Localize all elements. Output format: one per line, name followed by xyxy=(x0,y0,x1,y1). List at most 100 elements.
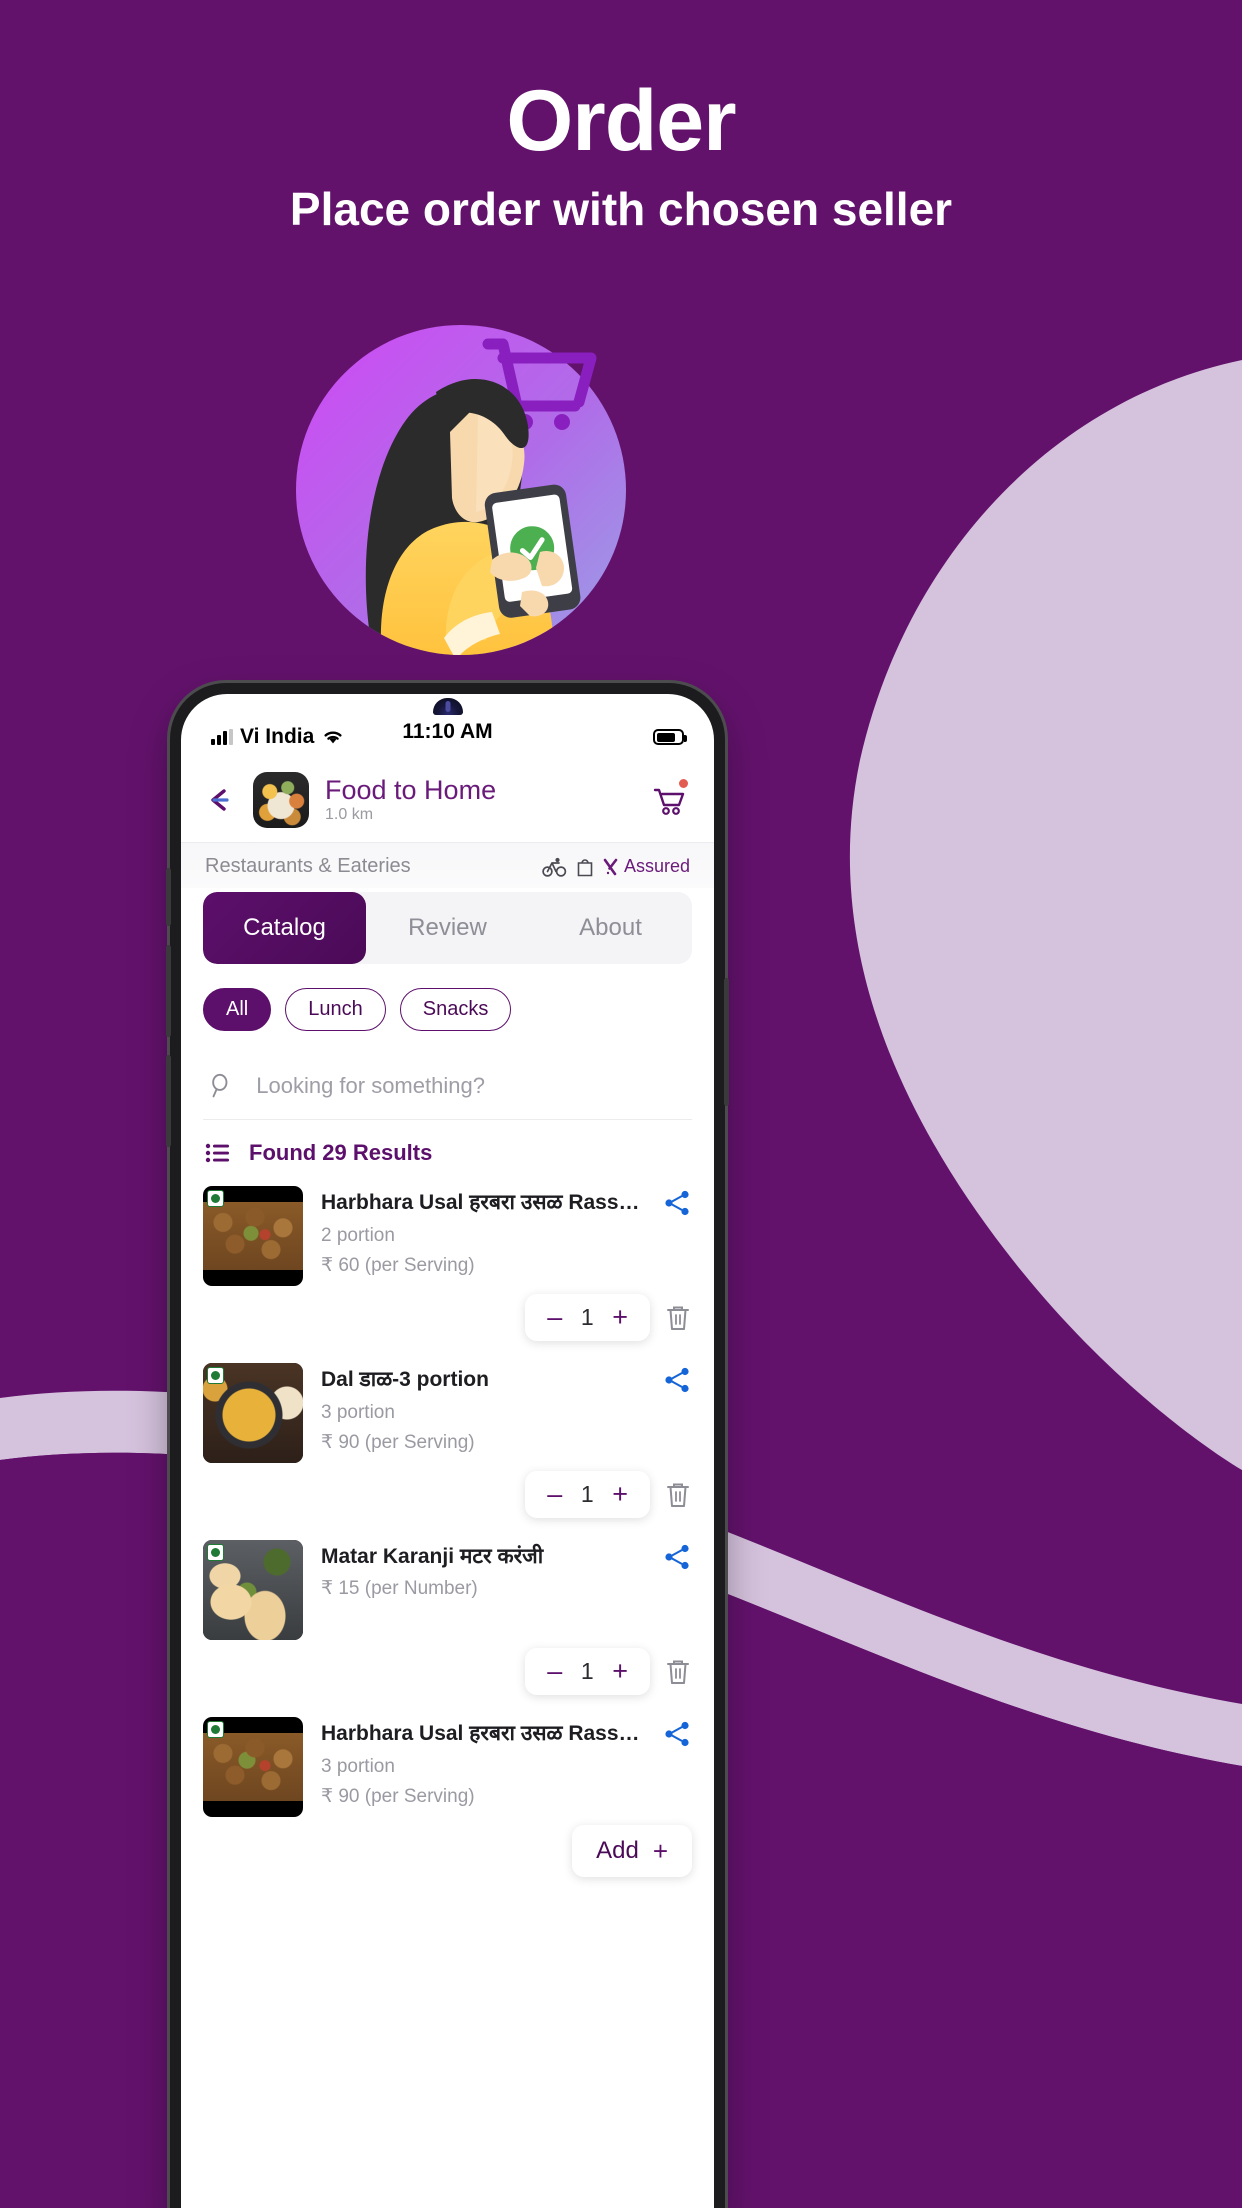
decrement-button[interactable]: – xyxy=(547,1658,562,1685)
quantity-value: 1 xyxy=(580,1481,594,1507)
item-info: Matar Karanji मटर करंजी ₹ 15 (per Number… xyxy=(321,1540,644,1640)
increment-button[interactable]: + xyxy=(612,1304,628,1331)
trash-icon[interactable] xyxy=(664,1480,692,1510)
veg-indicator-icon xyxy=(207,1544,224,1561)
item-thumbnail xyxy=(203,1363,303,1463)
quantity-stepper[interactable]: – 1 + xyxy=(525,1294,650,1341)
tab-catalog[interactable]: Catalog xyxy=(203,892,366,964)
search-icon xyxy=(212,1073,228,1098)
assured-badge: Assured xyxy=(602,856,690,877)
phone-button-volume-up xyxy=(166,945,171,1037)
item-portion: 2 portion xyxy=(321,1225,395,1246)
item-title: Matar Karanji मटर करंजी xyxy=(321,1545,544,1568)
category-label: Restaurants & Eateries xyxy=(205,855,411,877)
category-bar: Restaurants & Eateries Assured xyxy=(181,842,714,888)
phone-button-volume-down xyxy=(166,1055,171,1147)
chip-lunch[interactable]: Lunch xyxy=(285,988,386,1031)
item-title: Harbhara Usal हरबरा उसळ Rassa Bhaji -2 .… xyxy=(321,1191,644,1214)
share-icon[interactable] xyxy=(662,1719,692,1749)
share-icon[interactable] xyxy=(662,1188,692,1218)
veg-indicator-icon xyxy=(207,1721,224,1738)
phone-button-mute xyxy=(166,868,171,926)
clock-label: 11:10 AM xyxy=(402,720,493,743)
shopping-cart-button[interactable] xyxy=(648,777,690,820)
status-bar-right xyxy=(653,729,687,745)
shop-distance: 1.0 km xyxy=(325,806,374,824)
chip-snacks[interactable]: Snacks xyxy=(399,988,512,1031)
item-price: ₹ 90 (per Serving) xyxy=(321,1432,475,1453)
quantity-stepper[interactable]: – 1 + xyxy=(525,1471,650,1518)
phone-button-power xyxy=(724,978,729,1106)
page-subtitle: Place order with chosen seller xyxy=(289,183,953,235)
increment-button[interactable]: + xyxy=(612,1658,628,1685)
item-photo xyxy=(203,1202,303,1270)
share-icon[interactable] xyxy=(662,1542,692,1572)
shop-meta: Food to Home 1.0 km xyxy=(325,774,497,824)
app-header: Food to Home 1.0 km xyxy=(181,762,714,842)
add-button-label: Add xyxy=(596,1837,639,1864)
item-thumbnail xyxy=(203,1540,303,1640)
hero-illustration xyxy=(296,325,626,655)
shopping-bag-icon xyxy=(577,858,593,876)
plus-icon: + xyxy=(652,1836,668,1866)
add-to-cart-button[interactable]: Add + xyxy=(572,1825,692,1877)
battery-icon xyxy=(653,729,687,745)
increment-button[interactable]: + xyxy=(612,1481,628,1508)
trash-icon[interactable] xyxy=(664,1657,692,1687)
filter-chip-row: All Lunch Snacks xyxy=(181,964,714,1043)
search-bar xyxy=(203,1057,692,1120)
item-price: ₹ 60 (per Serving) xyxy=(321,1255,475,1276)
item-title: Harbhara Usal हरबरा उसळ Rassa Bhaji -3 .… xyxy=(321,1722,644,1745)
item-info: Harbhara Usal हरबरा उसळ Rassa Bhaji -2 .… xyxy=(321,1186,644,1286)
item-thumbnail xyxy=(203,1717,303,1817)
results-header: Found 29 Results xyxy=(181,1120,714,1178)
item-title: Dal डाळ-3 portion xyxy=(321,1368,489,1391)
search-input[interactable] xyxy=(256,1073,686,1099)
tab-about[interactable]: About xyxy=(529,892,692,964)
item-quantity-row: Add + xyxy=(203,1825,692,1891)
item-photo xyxy=(203,1733,303,1801)
chip-all[interactable]: All xyxy=(203,988,272,1031)
trash-icon[interactable] xyxy=(664,1303,692,1333)
decrement-button[interactable]: – xyxy=(547,1304,562,1331)
bike-delivery-icon xyxy=(542,857,567,877)
phone-screen: Vi India 11:10 AM Food to Home 1.0 km Re… xyxy=(181,694,714,2208)
camera-punch-hole xyxy=(432,698,463,715)
item-portion: 3 portion xyxy=(321,1756,395,1777)
quantity-stepper[interactable]: – 1 + xyxy=(525,1648,650,1695)
item-quantity-row: – 1 + xyxy=(203,1471,692,1532)
tab-review[interactable]: Review xyxy=(366,892,529,964)
quantity-value: 1 xyxy=(580,1658,594,1684)
list-item[interactable]: Dal डाळ-3 portion 3 portion ₹ 90 (per Se… xyxy=(181,1355,714,1473)
back-arrow-icon[interactable] xyxy=(203,783,237,817)
promo-screenshot: Order Place order with chosen seller Vi … xyxy=(0,0,1242,2208)
item-thumbnail xyxy=(203,1186,303,1286)
cart-badge xyxy=(677,777,690,790)
item-portion: 3 portion xyxy=(321,1402,395,1423)
list-item[interactable]: Matar Karanji मटर करंजी ₹ 15 (per Number… xyxy=(181,1532,714,1650)
item-info: Harbhara Usal हरबरा उसळ Rassa Bhaji -3 .… xyxy=(321,1717,644,1817)
page-title: Order xyxy=(506,73,736,169)
shop-logo xyxy=(253,772,309,828)
share-icon[interactable] xyxy=(662,1365,692,1395)
phone-mockup: Vi India 11:10 AM Food to Home 1.0 km Re… xyxy=(166,683,729,2208)
item-price: ₹ 90 (per Serving) xyxy=(321,1786,475,1807)
category-bar-right: Assured xyxy=(542,856,690,878)
item-info: Dal डाळ-3 portion 3 portion ₹ 90 (per Se… xyxy=(321,1363,644,1463)
item-price: ₹ 15 (per Number) xyxy=(321,1578,478,1599)
item-quantity-row: – 1 + xyxy=(203,1294,692,1355)
veg-indicator-icon xyxy=(207,1367,224,1384)
list-item[interactable]: Harbhara Usal हरबरा उसळ Rassa Bhaji -3 .… xyxy=(181,1709,714,1827)
item-quantity-row: – 1 + xyxy=(203,1648,692,1709)
status-bar: Vi India 11:10 AM xyxy=(181,694,714,762)
results-count-label: Found 29 Results xyxy=(249,1140,433,1165)
assured-label: Assured xyxy=(623,856,690,876)
decrement-button[interactable]: – xyxy=(547,1481,562,1508)
tab-bar: Catalog Review About xyxy=(203,892,692,964)
list-icon xyxy=(205,1143,229,1163)
veg-indicator-icon xyxy=(207,1190,224,1207)
list-item[interactable]: Harbhara Usal हरबरा उसळ Rassa Bhaji -2 .… xyxy=(181,1178,714,1296)
shop-name: Food to Home xyxy=(325,774,497,805)
assured-x-icon xyxy=(603,858,618,875)
quantity-value: 1 xyxy=(580,1304,594,1330)
